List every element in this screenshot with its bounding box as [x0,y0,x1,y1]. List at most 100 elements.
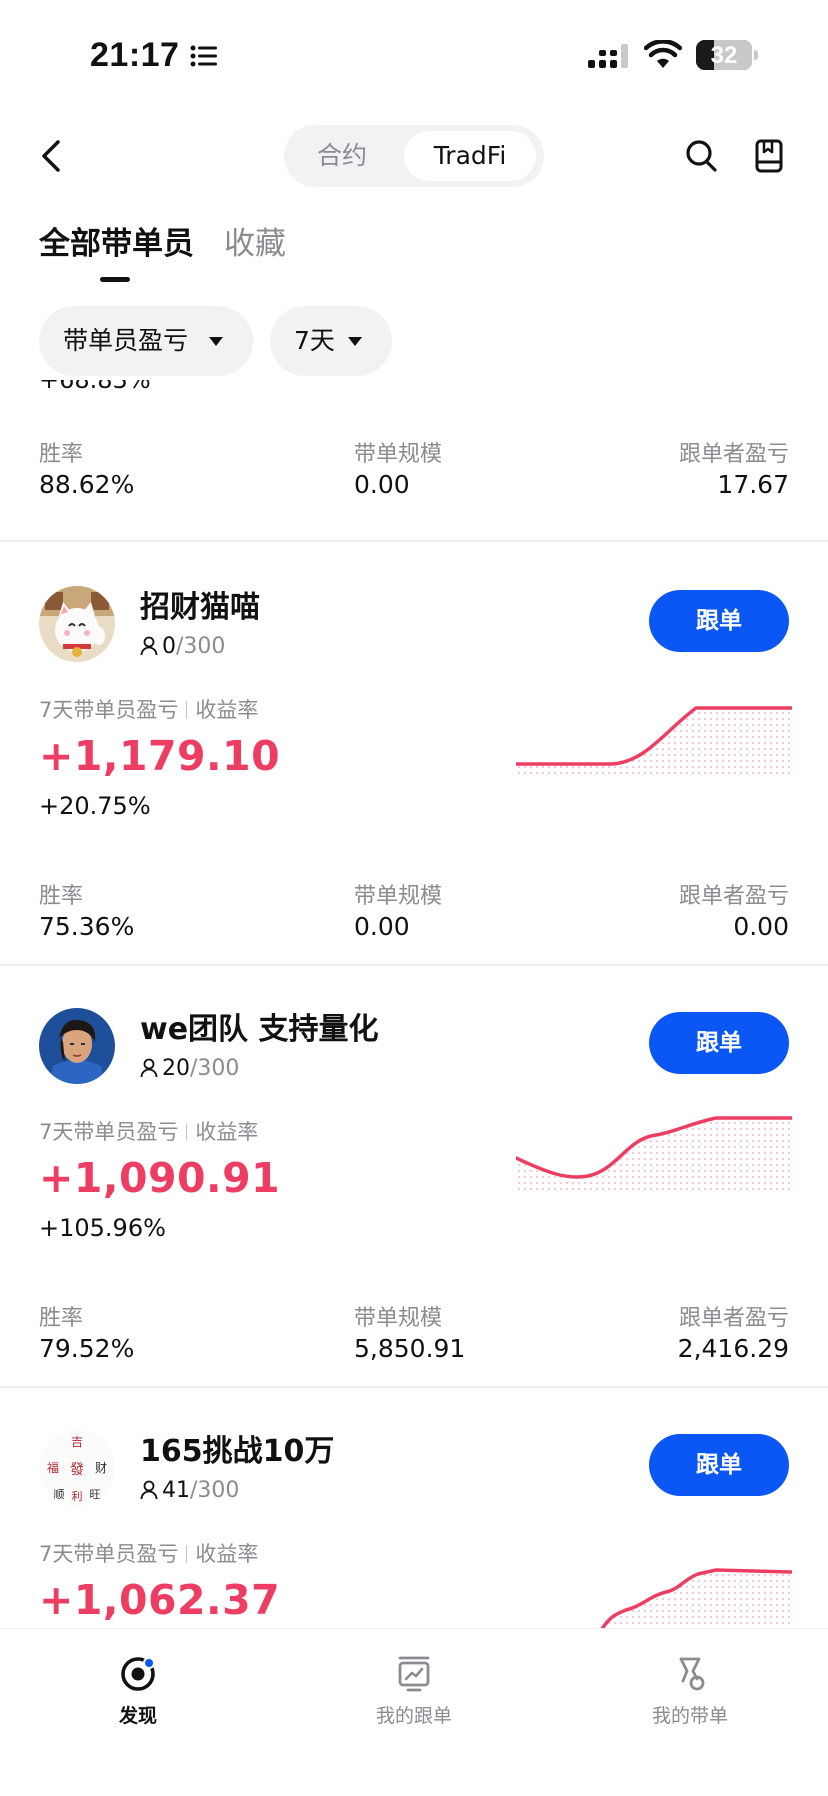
svg-text:利: 利 [72,1490,83,1503]
status-bar: 21:17 32 [0,0,828,110]
follow-button[interactable]: 跟单 [649,1434,789,1496]
trader-name[interactable]: 招财猫喵 [140,582,260,626]
lucky-cat-avatar[interactable] [39,586,115,662]
period-dropdown[interactable]: 7天 [270,306,392,376]
aum-label: 带单规模 [354,884,443,909]
discover-icon [121,1657,155,1691]
aum-label: 带单规模 [354,442,443,467]
roi-value: +20.75% [39,792,151,820]
sort-metric-label: 带单员盈亏 [63,326,189,355]
aum-label: 带单规模 [354,1306,443,1331]
nav-my-lead-trades[interactable]: 我的带单 [590,1655,790,1728]
trader-name[interactable]: we团队 支持量化 [140,1004,379,1048]
follower-count: 0/300 [140,634,225,659]
follower-pnl-label: 跟单者盈亏 [678,1306,789,1331]
label-separator [186,1545,188,1563]
battery-level: 32 [710,42,738,69]
follower-current: 41 [162,1478,190,1503]
search-icon[interactable] [684,138,718,174]
tab-favorites[interactable]: 收藏 [224,218,286,263]
segment-tradfi[interactable]: TradFi [404,131,536,181]
calligraphy-avatar[interactable]: 吉 福 财 發 顺 旺 利 [39,1430,115,1506]
follower-pnl-value: 2,416.29 [677,1334,789,1363]
follower-pnl-label: 跟单者盈亏 [678,442,789,467]
nav-my-lead-trades-label: 我的带单 [651,1705,728,1727]
back-icon[interactable] [36,136,68,176]
follower-pnl-value: 17.67 [717,470,789,499]
pnl-value: +1,090.91 [39,1154,281,1202]
pnl-roi-label: 7天带单员盈亏 收益率 [39,1116,258,1146]
aum-value: 0.00 [354,470,410,499]
svg-text:福: 福 [47,1460,59,1475]
trader-card[interactable]: 吉 福 财 發 顺 旺 利 165挑战10万 41/300 跟单 7天带单员盈亏… [0,1386,828,1628]
segment-futures[interactable]: 合约 [292,131,392,181]
aum-value: 0.00 [354,912,410,941]
follower-max: /300 [176,634,226,659]
trader-card[interactable]: 招财猫喵 0/300 跟单 7天带单员盈亏 收益率 +1,179.10 +20.7… [0,542,828,964]
trader-card[interactable]: we团队 支持量化 20/300 跟单 7天带单员盈亏 收益率 +1,090.91… [0,964,828,1386]
win-rate-value: 75.36% [39,912,135,941]
roi-label: 收益率 [195,698,259,722]
tab-all-traders[interactable]: 全部带单员 [39,218,194,263]
person-icon [140,1058,158,1078]
portrait-avatar[interactable] [39,1008,115,1084]
market-segment-control: 合约 TradFi [284,125,544,187]
svg-text:發: 發 [70,1462,84,1478]
svg-text:顺: 顺 [54,1488,65,1501]
follow-button[interactable]: 跟单 [649,1012,789,1074]
cellular-signal-icon [588,44,628,68]
win-rate-label: 胜率 [39,884,84,909]
pnl-sparkline [516,706,792,774]
nav-discover-label: 发现 [118,1705,157,1727]
person-icon [140,1480,158,1500]
list-icon [190,45,217,67]
follower-pnl-value: 0.00 [733,912,789,941]
follow-button[interactable]: 跟单 [649,590,789,652]
roi-label: 收益率 [195,1542,259,1566]
follower-current: 20 [162,1056,190,1081]
roi-value: +68.83% [39,380,151,394]
svg-text:旺: 旺 [90,1488,101,1501]
sort-metric-dropdown[interactable]: 带单员盈亏 [39,306,253,376]
pnl-label: 7天带单员盈亏 [39,1542,179,1566]
follower-pnl-label: 跟单者盈亏 [678,884,789,909]
svg-text:财: 财 [95,1461,107,1475]
label-separator [186,1123,188,1141]
win-rate-label: 胜率 [39,442,84,467]
roi-value: +105.96% [39,1214,166,1242]
roi-label: 收益率 [195,1120,259,1144]
battery-icon: 32 [696,40,752,70]
person-icon [140,636,158,656]
nav-my-copy-trades[interactable]: 我的跟单 [314,1655,514,1728]
pnl-value: +1,179.10 [39,732,281,780]
nav-discover[interactable]: 发现 [38,1655,238,1728]
pnl-sparkline [600,1568,792,1628]
svg-text:吉: 吉 [71,1435,83,1449]
period-label: 7天 [294,326,335,355]
follower-count: 20/300 [140,1056,239,1081]
pnl-label: 7天带单员盈亏 [39,1120,179,1144]
trader-card-partial: +68.83% 胜率 带单规模 跟单者盈亏 88.62% 0.00 17.67 [0,380,828,540]
win-rate-value: 88.62% [39,470,135,499]
status-time: 21:17 [90,36,180,74]
trader-list[interactable]: +68.83% 胜率 带单规模 跟单者盈亏 88.62% 0.00 17.67 [0,380,828,1628]
win-rate-label: 胜率 [39,1306,84,1331]
label-separator [186,701,188,719]
trader-name[interactable]: 165挑战10万 [140,1426,334,1470]
guide-book-icon[interactable] [754,138,784,174]
battery-tip [754,50,758,60]
bottom-navigation: 发现 我的跟单 我的带单 [0,1628,828,1796]
chart-board-icon [398,1656,430,1692]
aum-value: 5,850.91 [354,1334,466,1363]
flag-badge-icon [679,1657,705,1691]
wifi-icon [644,40,682,68]
win-rate-value: 79.52% [39,1334,135,1363]
pnl-sparkline [516,1116,792,1194]
caret-down-icon [348,337,362,346]
follower-max: /300 [190,1478,240,1503]
pnl-label: 7天带单员盈亏 [39,698,179,722]
pnl-value: +1,062.37 [39,1576,281,1624]
follower-current: 0 [162,634,176,659]
caret-down-icon [209,337,223,346]
follower-max: /300 [190,1056,240,1081]
